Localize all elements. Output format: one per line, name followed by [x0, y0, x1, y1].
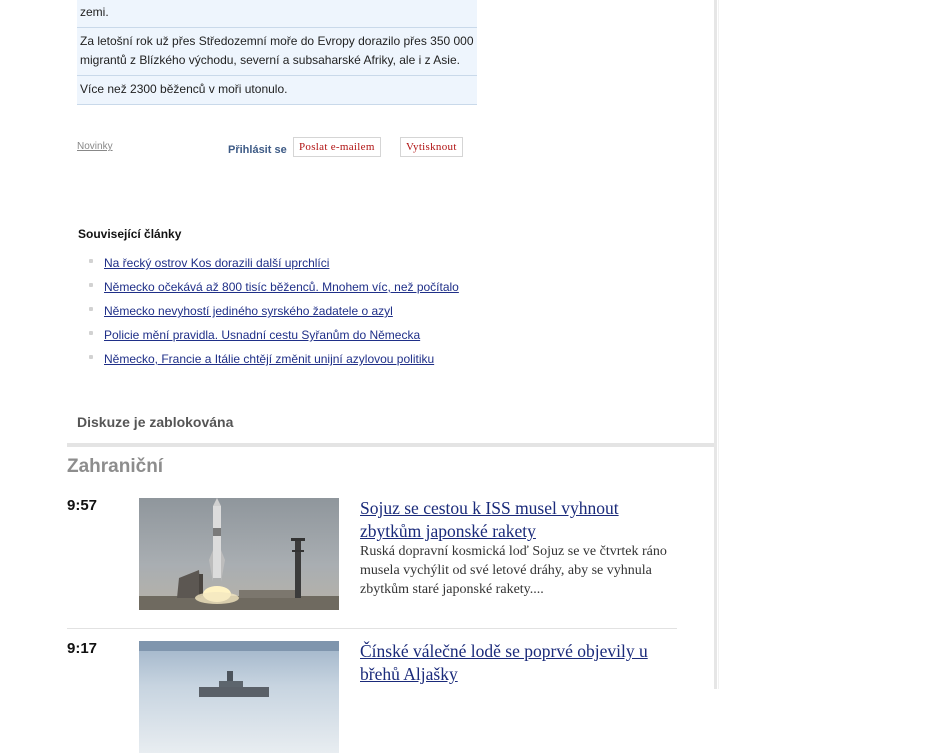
rocket-launch-image [139, 498, 339, 610]
print-button[interactable]: Vytisknout [400, 137, 463, 157]
bullet-icon [89, 259, 93, 263]
bullet-icon [89, 283, 93, 287]
column-border [714, 0, 717, 689]
section-title[interactable]: Zahraniční [67, 456, 163, 478]
related-articles-title: Související články [78, 227, 182, 241]
bullet-icon [89, 331, 93, 335]
list-item: Německo, Francie a Itálie chtějí změnit … [88, 352, 459, 376]
news-article: 9:17 Čínské válečné lodě se poprvé objev… [67, 640, 677, 753]
main-column: zemi. Za letošní rok už přes Středozemní… [0, 0, 716, 753]
column-border-light [718, 0, 719, 689]
related-article-link[interactable]: Policie mění pravidla. Usnadní cestu Syř… [104, 328, 420, 342]
article-thumbnail[interactable] [139, 641, 339, 753]
list-item: Německo nevyhostí jediného syrského žada… [88, 304, 459, 328]
article-headline-link[interactable]: Sojuz se cestou k ISS musel vyhnout zbyt… [360, 497, 670, 543]
article-facts-box: zemi. Za letošní rok už přes Středozemní… [77, 0, 477, 105]
related-article-link[interactable]: Německo očekává až 800 tisíc běženců. Mn… [104, 280, 459, 294]
fact-item: Za letošní rok už přes Středozemní moře … [77, 28, 477, 76]
section-divider [67, 443, 716, 447]
warship-image [139, 641, 339, 753]
send-email-button[interactable]: Poslat e-mailem [293, 137, 381, 157]
article-thumbnail[interactable] [139, 498, 339, 610]
article-headline-link[interactable]: Čínské válečné lodě se poprvé objevily u… [360, 640, 670, 686]
list-item: Policie mění pravidla. Usnadní cestu Syř… [88, 328, 459, 352]
article-time: 9:17 [67, 640, 98, 657]
article-perex: Ruská dopravní kosmická loď Sojuz se ve … [360, 544, 667, 597]
discussion-status: Diskuze je zablokována [77, 414, 234, 430]
related-article-link[interactable]: Německo, Francie a Itálie chtějí změnit … [104, 352, 434, 366]
related-article-link[interactable]: Německo nevyhostí jediného syrského žada… [104, 304, 393, 318]
fact-item: Více než 2300 běženců v moři utonulo. [77, 76, 477, 105]
bullet-icon [89, 307, 93, 311]
article-tools: Novinky Přihlásit se Poslat e-mailem Vyt… [77, 137, 477, 159]
source-link[interactable]: Novinky [77, 141, 113, 152]
list-item: Na řecký ostrov Kos dorazili další uprch… [88, 256, 459, 280]
news-article: 9:57 Sojuz se cestou k ISS musel vyhnout… [67, 497, 677, 627]
article-separator [67, 628, 677, 629]
related-article-link[interactable]: Na řecký ostrov Kos dorazili další uprch… [104, 256, 329, 270]
bullet-icon [89, 355, 93, 359]
article-time: 9:57 [67, 497, 98, 514]
list-item: Německo očekává až 800 tisíc běženců. Mn… [88, 280, 459, 304]
related-articles-list: Na řecký ostrov Kos dorazili další uprch… [88, 256, 459, 376]
fact-item: zemi. [77, 0, 477, 28]
login-link[interactable]: Přihlásit se [228, 144, 287, 156]
